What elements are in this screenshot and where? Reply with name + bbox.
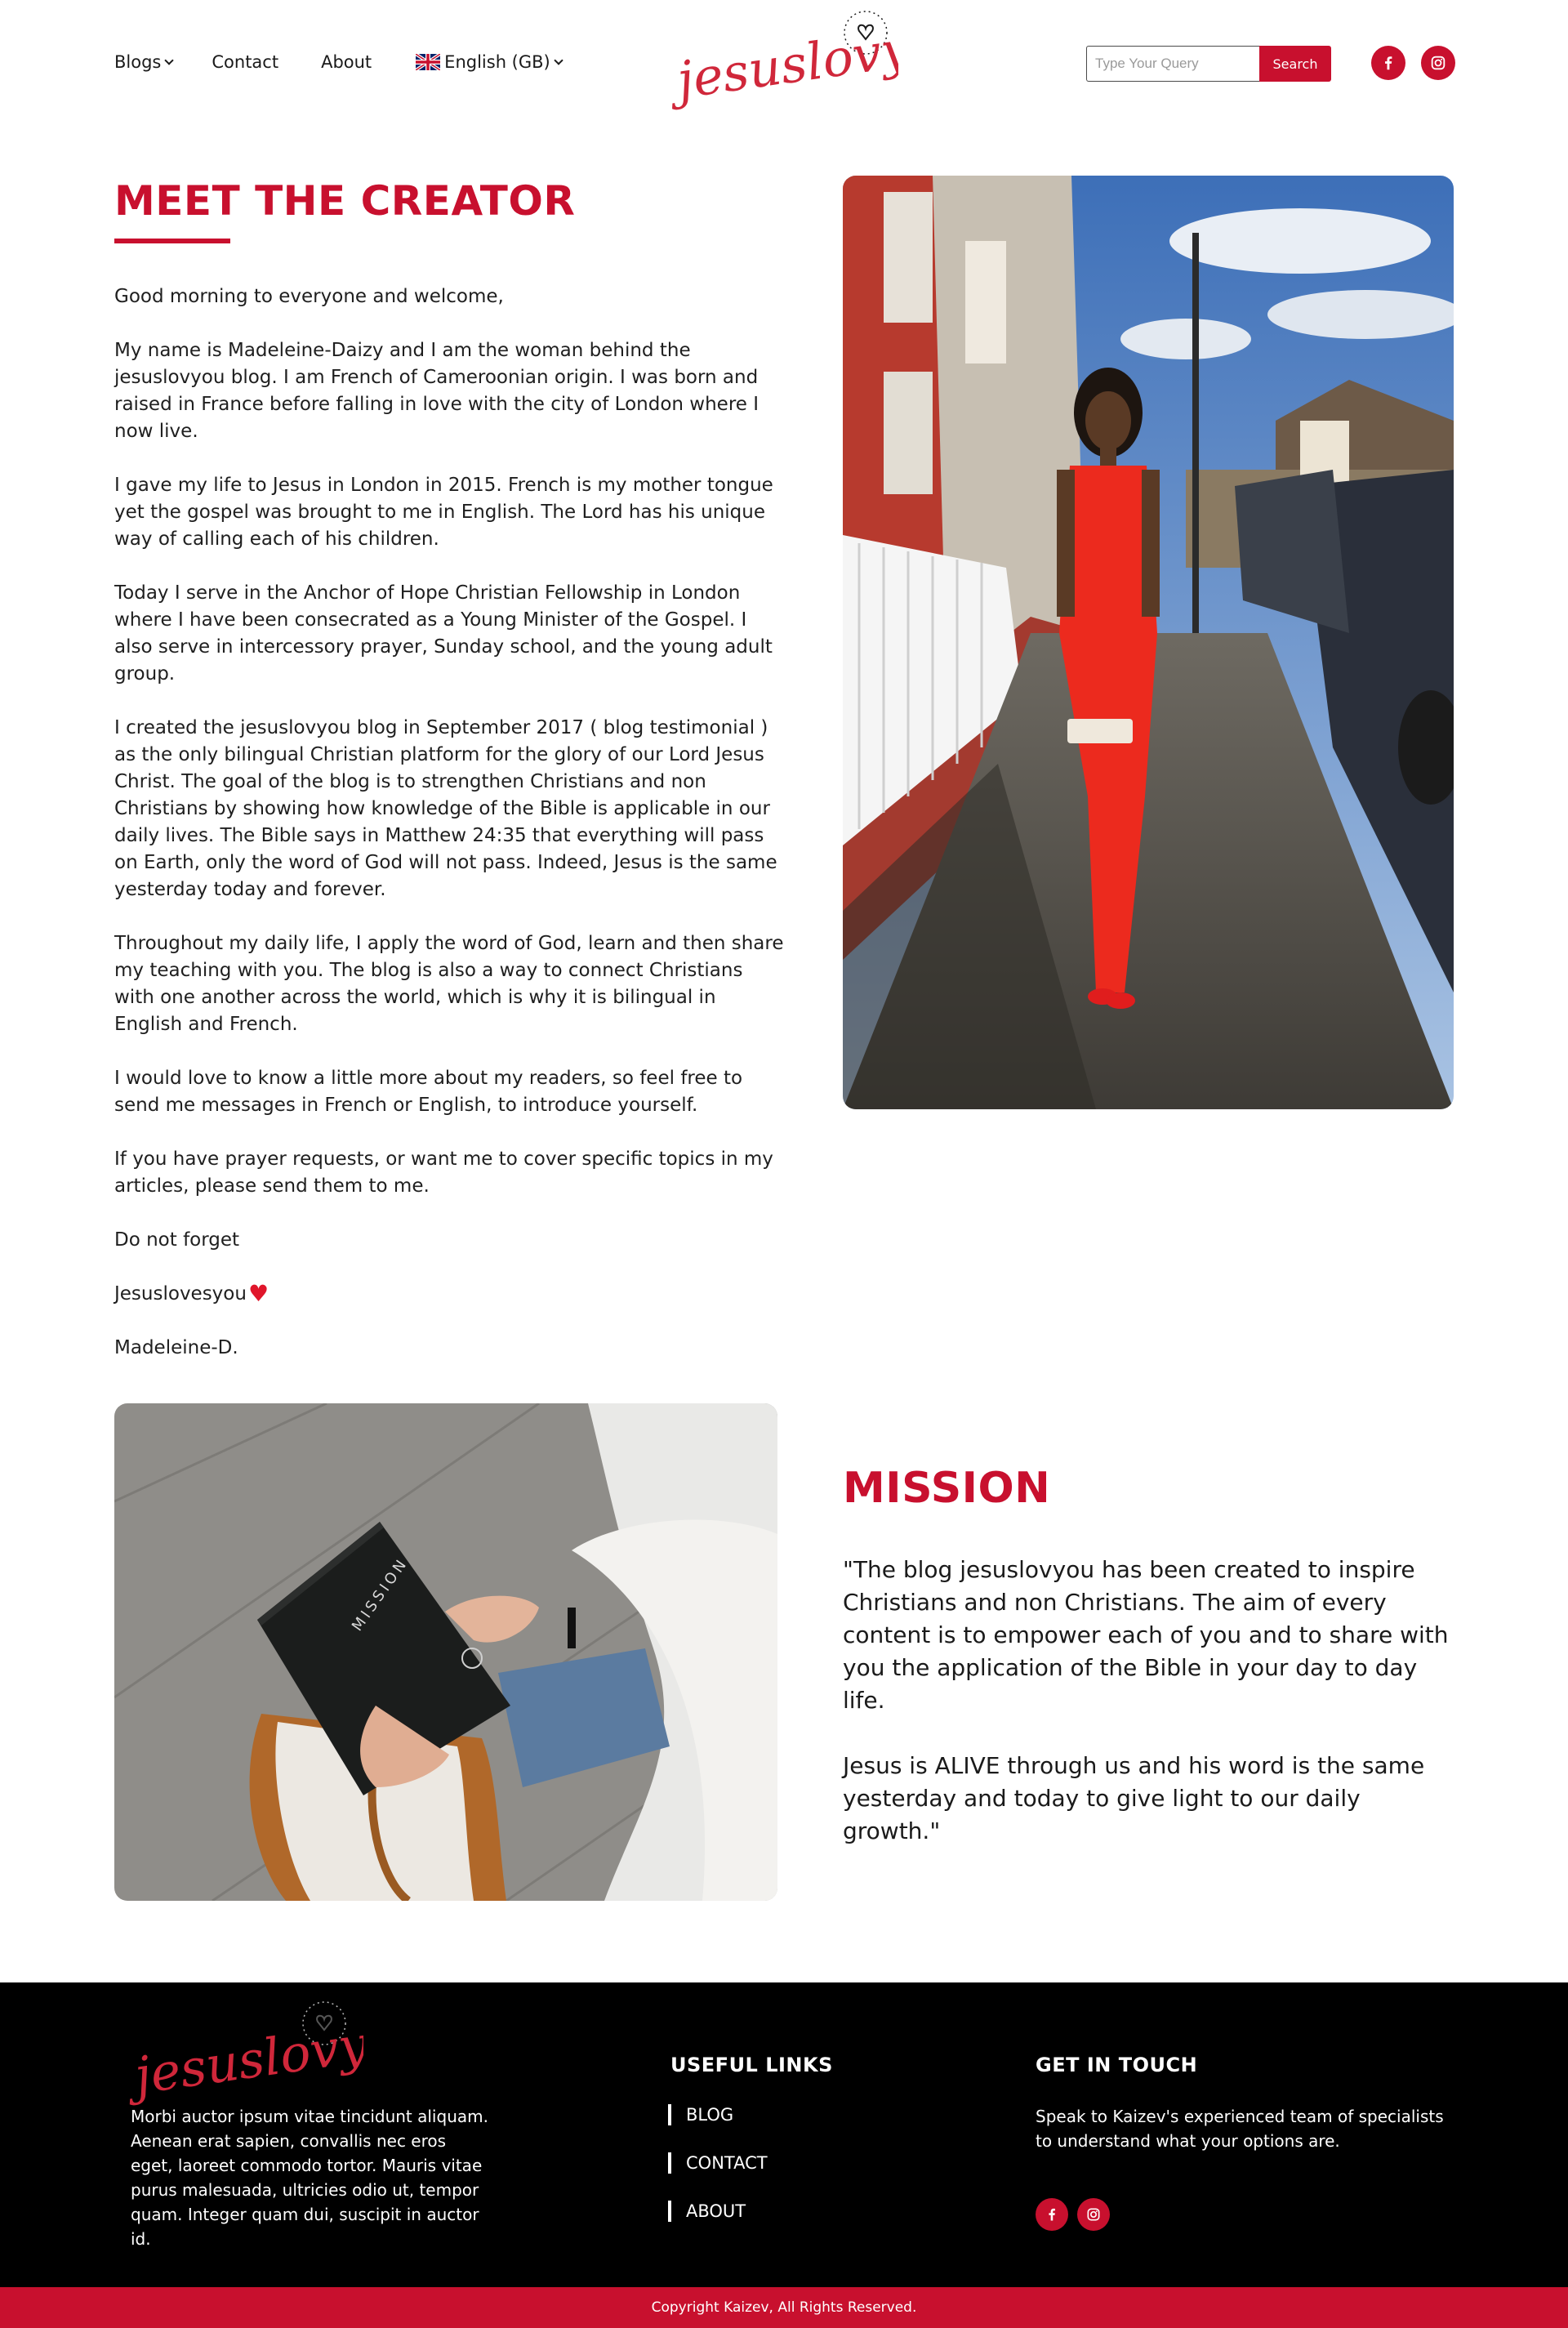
header-social-links <box>1371 46 1455 80</box>
search-form: Search <box>1086 46 1331 82</box>
nav-about-link[interactable]: About <box>321 52 372 72</box>
instagram-icon <box>1431 56 1446 70</box>
mission-paragraph: Jesus is ALIVE through us and his word i… <box>843 1752 1425 1844</box>
site-logo[interactable]: jesuslovyou <box>664 2 976 112</box>
instagram-icon <box>1087 2208 1100 2221</box>
mission-paragraph: "The blog jesuslovyou has been created t… <box>843 1556 1449 1714</box>
chevron-down-icon <box>554 55 564 65</box>
creator-photo-image <box>843 176 1454 1109</box>
instagram-link[interactable] <box>1421 46 1455 80</box>
copyright-bar: Copyright Kaizev, All Rights Reserved. <box>0 2287 1568 2328</box>
nav-contact-label: Contact <box>212 52 279 72</box>
facebook-icon <box>1049 2208 1055 2221</box>
main-nav: Blogs Contact About English (GB) <box>114 52 564 72</box>
bio-paragraph: Do not forget <box>114 1229 240 1251</box>
bio-paragraph: I created the jesuslovyou blog in Septem… <box>114 717 777 900</box>
facebook-link[interactable] <box>1371 46 1405 80</box>
nav-about-label: About <box>321 52 372 72</box>
bio-paragraph: If you have prayer requests, or want me … <box>114 1148 773 1197</box>
footer-link-label: ABOUT <box>686 2201 746 2221</box>
footer-link-blog[interactable]: BLOG <box>668 2103 768 2127</box>
nav-contact-link[interactable]: Contact <box>212 52 278 72</box>
site-header: Blogs Contact About English (GB) jesuslo… <box>0 0 1568 127</box>
useful-links-list: BLOG CONTACT ABOUT <box>668 2103 768 2247</box>
heart-icon: ♥ <box>247 1280 270 1307</box>
get-in-touch-text: Speak to Kaizev's experienced team of sp… <box>1036 2107 1444 2151</box>
link-marker <box>668 2152 671 2174</box>
nav-blogs-dropdown[interactable]: Blogs <box>114 52 175 72</box>
mission-statement: "The blog jesuslovyou has been created t… <box>843 1554 1463 1880</box>
nav-blogs-label: Blogs <box>114 52 162 72</box>
footer-link-label: BLOG <box>686 2105 734 2125</box>
get-in-touch-heading: GET IN TOUCH <box>1036 2054 1198 2076</box>
bio-paragraph: I gave my life to Jesus in London in 201… <box>114 475 773 550</box>
bio-paragraph: My name is Madeleine-Daizy and I am the … <box>114 340 760 442</box>
footer-link-about[interactable]: ABOUT <box>668 2199 768 2223</box>
footer-facebook-link[interactable] <box>1036 2198 1068 2231</box>
creator-bio: Good morning to everyone and welcome, My… <box>114 283 784 1389</box>
uk-flag-icon <box>416 54 441 70</box>
link-marker <box>668 2104 671 2125</box>
bio-paragraph: I would love to know a little more about… <box>114 1068 743 1116</box>
footer-logo[interactable]: jesuslovyou <box>121 1989 434 2107</box>
svg-text:jesuslovyou: jesuslovyou <box>670 10 898 112</box>
creator-photo <box>843 176 1454 1109</box>
chevron-down-icon <box>164 55 175 65</box>
useful-links-heading: USEFUL LINKS <box>670 2054 833 2076</box>
mission-photo: MISSION <box>114 1403 777 1901</box>
mission-photo-image: MISSION <box>114 1403 777 1901</box>
footer-social-links <box>1036 2198 1110 2231</box>
bio-paragraph: Good morning to everyone and welcome, <box>114 286 504 307</box>
footer-about-text: Morbi auctor ipsum vitae tincidunt aliqu… <box>131 2107 488 2249</box>
facebook-icon <box>1385 56 1392 70</box>
footer-logo-graphic: jesuslovyou <box>121 2001 434 2107</box>
search-button[interactable]: Search <box>1259 46 1331 82</box>
bio-paragraph: Throughout my daily life, I apply the wo… <box>114 933 784 1035</box>
bio-signature: Madeleine-D. <box>114 1337 238 1358</box>
signoff-text: Jesuslovesyou <box>114 1283 247 1304</box>
footer-link-contact[interactable]: CONTACT <box>668 2151 768 2175</box>
footer-instagram-link[interactable] <box>1077 2198 1110 2231</box>
logo-graphic: jesuslovyou <box>664 10 976 112</box>
creator-heading: MEET THE CREATOR <box>114 177 576 225</box>
footer-link-label: CONTACT <box>686 2153 768 2173</box>
mission-heading: MISSION <box>843 1464 1051 1513</box>
language-label: English (GB) <box>444 52 550 72</box>
footer-logo-text: jesuslovyou <box>127 2005 363 2107</box>
copyright-text: Copyright Kaizev, All Rights Reserved. <box>651 2299 917 2316</box>
heading-underline <box>114 239 230 243</box>
bio-paragraph: Today I serve in the Anchor of Hope Chri… <box>114 582 773 685</box>
bio-signoff: Jesuslovesyou♥ <box>114 1281 784 1308</box>
language-selector[interactable]: English (GB) <box>416 52 564 72</box>
search-input[interactable] <box>1086 46 1259 82</box>
link-marker <box>668 2201 671 2222</box>
